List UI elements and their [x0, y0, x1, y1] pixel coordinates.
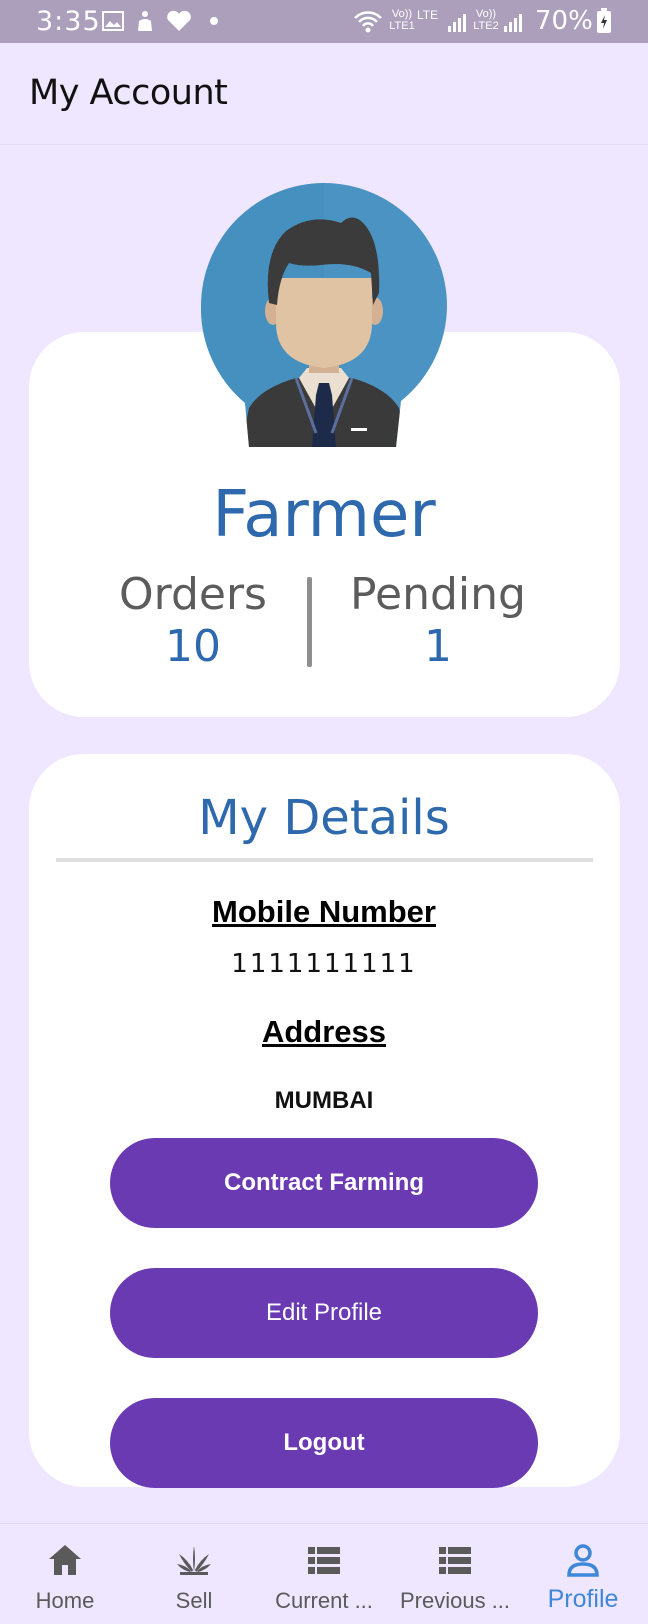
lte-net-label: LTE	[417, 8, 439, 22]
sprout-icon	[177, 1546, 211, 1575]
list-icon	[308, 1547, 340, 1574]
address-value: MUMBAI	[274, 1087, 374, 1114]
details-title: My Details	[198, 790, 450, 846]
hand-icon	[138, 11, 152, 31]
page-title: My Account	[29, 73, 228, 113]
sim2-volte-label: Vo))	[475, 8, 497, 20]
sim1-volte-label: Vo))	[391, 8, 413, 20]
heart-icon	[167, 10, 191, 31]
nav-label-current: Current ...	[275, 1588, 373, 1613]
pending-count: 1	[424, 621, 452, 672]
nav-label-home: Home	[35, 1588, 95, 1613]
nav-item-previous[interactable]: Previous ...	[380, 1524, 530, 1624]
orders-stat: Orders 10	[73, 569, 313, 673]
logout-button[interactable]: Logout	[110, 1398, 538, 1488]
dot-icon	[210, 17, 218, 25]
pending-label: Pending	[350, 569, 526, 620]
signal-icon	[504, 14, 522, 32]
app-bar: My Account	[0, 43, 648, 145]
volte-lte1-icon: Vo)) LTE1	[388, 8, 416, 32]
edit-profile-button[interactable]: Edit Profile	[110, 1268, 538, 1358]
mobile-number-label: Mobile Number	[212, 894, 436, 929]
mobile-number-value: 1111111111	[231, 949, 417, 979]
gallery-icon	[102, 11, 124, 31]
battery-charging-icon	[597, 8, 611, 33]
orders-label: Orders	[119, 569, 267, 620]
orders-count: 10	[165, 621, 221, 672]
list-icon	[439, 1547, 471, 1574]
nav-label-previous: Previous ...	[399, 1588, 511, 1613]
wifi-icon	[354, 11, 382, 33]
details-card	[29, 754, 620, 1487]
person-icon	[567, 1544, 599, 1577]
nav-item-home[interactable]: Home	[0, 1524, 130, 1624]
nav-item-profile[interactable]: Profile	[518, 1524, 648, 1624]
stats-divider	[307, 577, 312, 667]
status-time: 3:35	[36, 6, 101, 37]
nav-item-sell[interactable]: Sell	[129, 1524, 259, 1624]
nav-label-profile: Profile	[547, 1585, 619, 1613]
home-icon	[49, 1545, 81, 1575]
status-bar: 3:35 Vo)) LTE1 LTE Vo)) LTE2 70%	[0, 0, 648, 43]
sim1-lte-label: LTE1	[389, 20, 415, 32]
pending-stat: Pending 1	[318, 569, 558, 673]
address-label: Address	[261, 1014, 387, 1049]
battery-percent: 70%	[535, 6, 593, 36]
nav-item-current[interactable]: Current ...	[249, 1524, 399, 1624]
user-name: Farmer	[212, 478, 436, 552]
sim2-lte-label: LTE2	[473, 20, 499, 32]
volte-lte2-icon: Vo)) LTE2	[472, 8, 500, 32]
bottom-navigation: Home Sell Current ... Previous ... Profi…	[0, 1523, 648, 1624]
nav-label-sell: Sell	[175, 1588, 213, 1613]
farmer-avatar-icon	[201, 183, 447, 447]
signal-icon	[448, 14, 466, 32]
details-divider	[56, 858, 593, 862]
contract-farming-button[interactable]: Contract Farming	[110, 1138, 538, 1228]
